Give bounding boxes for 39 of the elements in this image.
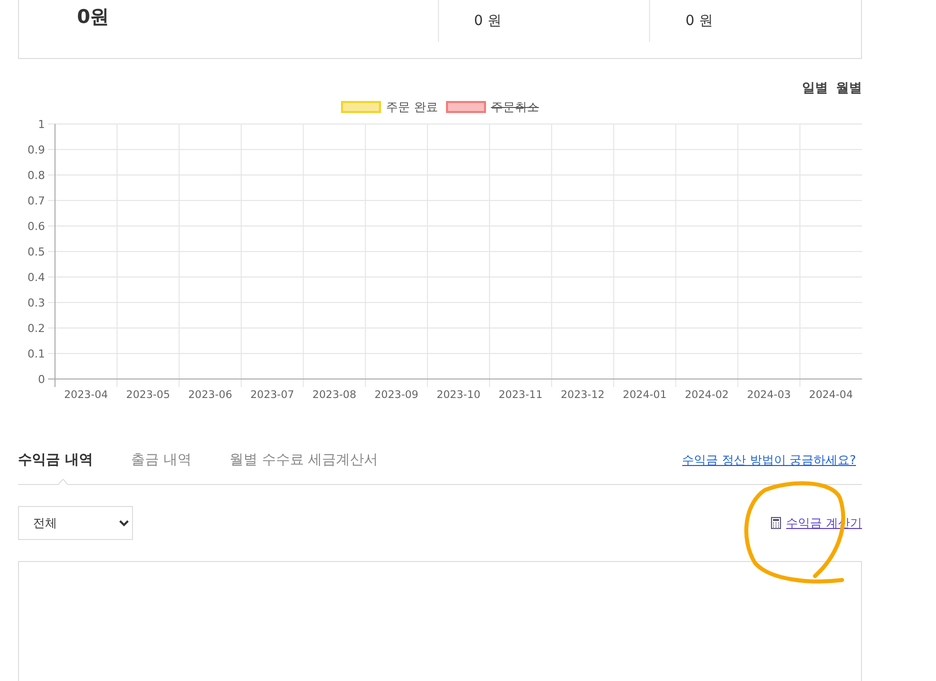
calculator-icon: [771, 517, 782, 529]
legend-label[interactable]: 주문취소: [490, 98, 539, 116]
tab[interactable]: 수익금 내역: [18, 436, 93, 484]
x-tick-label: 2024-04: [809, 389, 853, 401]
x-tick-label: 2023-04: [64, 389, 108, 401]
tab[interactable]: 월별 수수료 세금계산서: [229, 436, 378, 484]
amount-value: 0 원: [685, 13, 713, 29]
x-tick-label: 2023-12: [560, 389, 605, 401]
y-tick-label: 0.2: [28, 322, 45, 335]
x-tick-label: 2023-10: [436, 389, 480, 401]
legend-swatch[interactable]: [446, 101, 486, 113]
x-tick-label: 2023-09: [374, 389, 418, 401]
y-tick-label: 0.3: [28, 296, 45, 310]
amount-value: 0 원: [474, 13, 502, 29]
y-tick-label: 0.6: [28, 220, 45, 233]
help-link[interactable]: 수익금 정산 방법이 궁금하세요?: [682, 452, 856, 468]
x-tick-label: 2024-01: [622, 389, 667, 401]
x-tick-label: 2023-08: [312, 389, 356, 401]
y-tick-label: 0.1: [28, 348, 45, 360]
x-tick-label: 2023-05: [126, 389, 170, 401]
x-tick-label: 2024-03: [746, 389, 791, 401]
tab[interactable]: 출금 내역: [130, 436, 192, 484]
filter-select[interactable]: 전체: [18, 506, 133, 540]
legend-label[interactable]: 주문 완료: [386, 98, 438, 116]
legend-swatch[interactable]: [341, 101, 382, 113]
x-tick-label: 2023-06: [188, 389, 232, 401]
y-tick-label: 0.9: [28, 144, 45, 156]
y-tick-label: 0.7: [28, 194, 45, 208]
x-tick-label: 2024-02: [684, 389, 729, 401]
y-tick-label: 0.5: [28, 246, 45, 258]
y-tick-label: 0.4: [28, 271, 45, 284]
x-tick-label: 2023-11: [498, 389, 543, 401]
x-tick-label: 2023-07: [250, 389, 294, 401]
y-tick-label: 1: [38, 118, 45, 131]
y-tick-label: 0.8: [28, 169, 45, 182]
period-toggle[interactable]: 일별: [802, 79, 828, 97]
total-amount: 0원: [77, 5, 110, 30]
period-toggle[interactable]: 월별: [836, 79, 862, 97]
y-tick-label: 0: [38, 373, 45, 386]
